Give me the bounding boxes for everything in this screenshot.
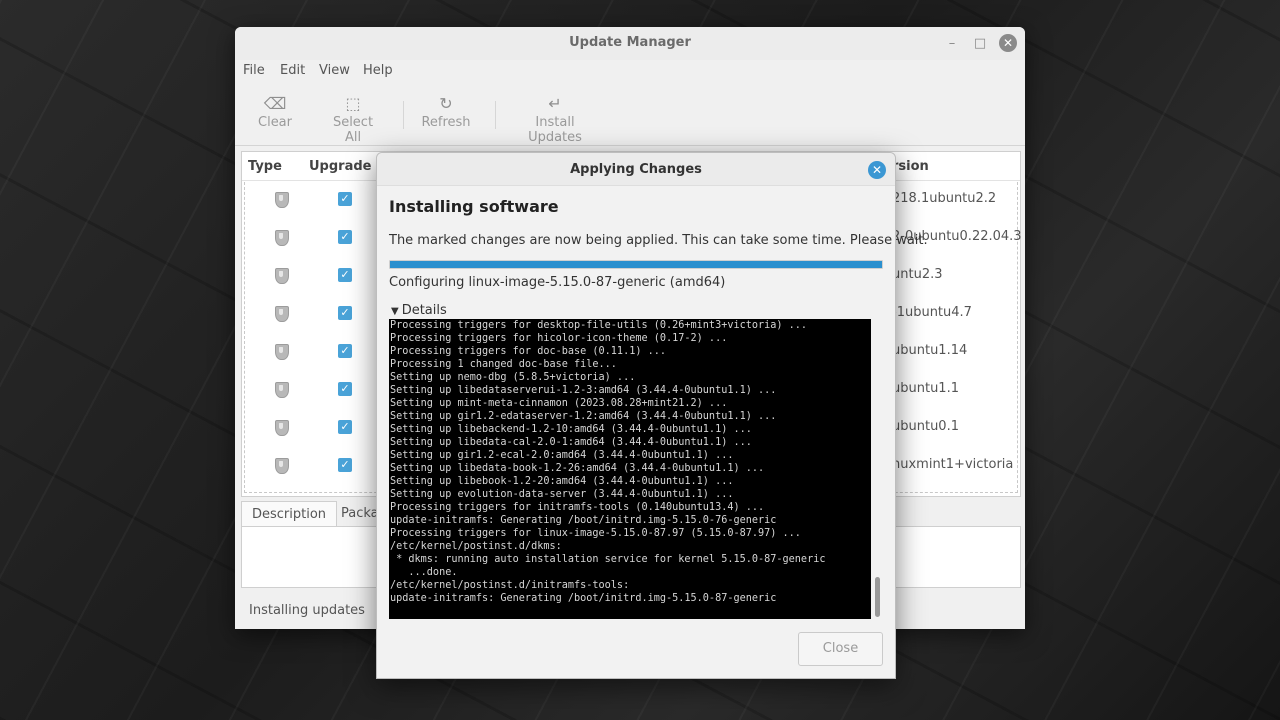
select-all-button[interactable]: ⬚ Select All xyxy=(323,93,383,145)
terminal-line: ...done. xyxy=(390,567,458,578)
version-cell: nuxmint1+victoria xyxy=(892,457,1014,472)
refresh-button[interactable]: ↻ Refresh xyxy=(421,93,471,137)
terminal-line: Processing triggers for linux-image-5.15… xyxy=(390,528,801,539)
close-icon[interactable]: ✕ xyxy=(868,161,886,179)
terminal-line: Setting up mint-meta-cinnamon (2023.08.2… xyxy=(390,398,728,409)
progress-status: Configuring linux-image-5.15.0-87-generi… xyxy=(389,275,726,290)
progress-fill xyxy=(390,261,882,268)
shield-icon xyxy=(275,420,289,436)
shield-icon xyxy=(275,344,289,360)
version-cell: 218.1ubuntu2.2 xyxy=(892,191,997,206)
shield-icon xyxy=(275,306,289,322)
progress-bar xyxy=(389,260,883,269)
version-cell: untu2.3 xyxy=(892,267,943,282)
shield-icon xyxy=(275,230,289,246)
terminal-lines: Processing triggers for desktop-file-uti… xyxy=(390,319,868,605)
select-all-icon: ⬚ xyxy=(345,94,361,113)
terminal-line: Processing triggers for initramfs-tools … xyxy=(390,502,765,513)
install-updates-label: Install Updates xyxy=(528,115,582,145)
shield-icon xyxy=(275,268,289,284)
version-cell: ubuntu1.1 xyxy=(892,381,959,396)
menu-file[interactable]: File xyxy=(243,63,265,78)
terminal-line: Setting up libedata-book-1.2-26:amd64 (3… xyxy=(390,463,765,474)
upgrade-checkbox[interactable]: ✓ xyxy=(338,382,352,396)
menu-view[interactable]: View xyxy=(319,63,350,78)
terminal-output[interactable]: Processing triggers for desktop-file-uti… xyxy=(389,319,871,619)
toolbar: ⌫ Clear ⬚ Select All ↻ Refresh ↵ Install… xyxy=(235,93,1025,145)
menu-edit[interactable]: Edit xyxy=(280,63,305,78)
clear-label: Clear xyxy=(258,115,292,130)
applying-changes-dialog: Applying Changes ✕ Installing software T… xyxy=(376,152,928,679)
terminal-line: Setting up gir1.2-edataserver-1.2:amd64 … xyxy=(390,411,777,422)
terminal-scrollbar[interactable] xyxy=(875,577,880,617)
clear-icon: ⌫ xyxy=(263,94,287,113)
terminal-line: Setting up evolution-data-server (3.44.4… xyxy=(390,489,734,500)
terminal-line: /etc/kernel/postinst.d/dkms: xyxy=(390,541,562,552)
upgrade-checkbox[interactable]: ✓ xyxy=(338,458,352,472)
minimize-icon[interactable]: – xyxy=(943,35,961,53)
terminal-line: Setting up libebook-1.2-20:amd64 (3.44.4… xyxy=(390,476,734,487)
version-cell: ubuntu1.14 xyxy=(892,343,968,358)
details-expander[interactable]: ▼ Details xyxy=(391,303,447,318)
close-button[interactable]: Close xyxy=(798,632,883,666)
terminal-line: Setting up gir1.2-ecal-2.0:amd64 (3.44.4… xyxy=(390,450,734,461)
status-text: Installing updates xyxy=(249,603,365,618)
details-label: Details xyxy=(401,303,447,318)
terminal-line: Setting up libedataserverui-1.2-3:amd64 … xyxy=(390,385,777,396)
dialog-titlebar[interactable]: Applying Changes ✕ xyxy=(377,153,895,186)
upgrade-checkbox[interactable]: ✓ xyxy=(338,306,352,320)
terminal-line: * dkms: running auto installation servic… xyxy=(390,554,826,565)
refresh-label: Refresh xyxy=(421,115,471,130)
version-cell: ubuntu0.1 xyxy=(892,419,959,434)
clear-button[interactable]: ⌫ Clear xyxy=(251,93,299,137)
shield-icon xyxy=(275,458,289,474)
terminal-line: update-initramfs: Generating /boot/initr… xyxy=(390,593,777,604)
toolbar-separator xyxy=(403,101,404,129)
upgrade-checkbox[interactable]: ✓ xyxy=(338,420,352,434)
upgrade-checkbox[interactable]: ✓ xyxy=(338,344,352,358)
shield-icon xyxy=(275,382,289,398)
column-header-upgrade[interactable]: Upgrade xyxy=(309,159,371,174)
column-header-type[interactable]: Type xyxy=(248,159,282,174)
install-icon: ↵ xyxy=(548,94,562,113)
upgrade-checkbox[interactable]: ✓ xyxy=(338,192,352,206)
refresh-icon: ↻ xyxy=(439,94,453,113)
toolbar-divider xyxy=(235,145,1025,146)
terminal-line: Processing triggers for desktop-file-uti… xyxy=(390,320,808,331)
version-cell: -1ubuntu4.7 xyxy=(892,305,972,320)
terminal-line: Processing triggers for hicolor-icon-the… xyxy=(390,333,728,344)
toolbar-separator xyxy=(495,101,496,129)
terminal-line: Processing triggers for doc-base (0.11.1… xyxy=(390,346,667,357)
terminal-line: update-initramfs: Generating /boot/initr… xyxy=(390,515,777,526)
terminal-line: /etc/kernel/postinst.d/initramfs-tools: xyxy=(390,580,630,591)
menu-help[interactable]: Help xyxy=(363,63,393,78)
terminal-line: Setting up libedata-cal-2.0-1:amd64 (3.4… xyxy=(390,437,752,448)
dialog-title: Applying Changes xyxy=(570,162,702,177)
install-updates-button[interactable]: ↵ Install Updates xyxy=(509,93,601,145)
terminal-line: Setting up libebackend-1.2-10:amd64 (3.4… xyxy=(390,424,752,435)
dialog-message: The marked changes are now being applied… xyxy=(389,233,928,248)
upgrade-checkbox[interactable]: ✓ xyxy=(338,230,352,244)
window-titlebar[interactable]: Update Manager – □ ✕ xyxy=(235,27,1025,60)
upgrade-checkbox[interactable]: ✓ xyxy=(338,268,352,282)
maximize-icon[interactable]: □ xyxy=(971,35,989,53)
shield-icon xyxy=(275,192,289,208)
dialog-heading: Installing software xyxy=(389,197,559,216)
window-title: Update Manager xyxy=(569,35,691,50)
terminal-line: Setting up nemo-dbg (5.8.5+victoria) ... xyxy=(390,372,636,383)
close-icon[interactable]: ✕ xyxy=(999,34,1017,52)
tab-description[interactable]: Description xyxy=(241,501,338,528)
triangle-down-icon: ▼ xyxy=(391,306,399,317)
terminal-line: Processing 1 changed doc-base file... xyxy=(390,359,617,370)
column-header-version[interactable]: rsion xyxy=(892,159,929,174)
select-all-label: Select All xyxy=(332,115,374,145)
